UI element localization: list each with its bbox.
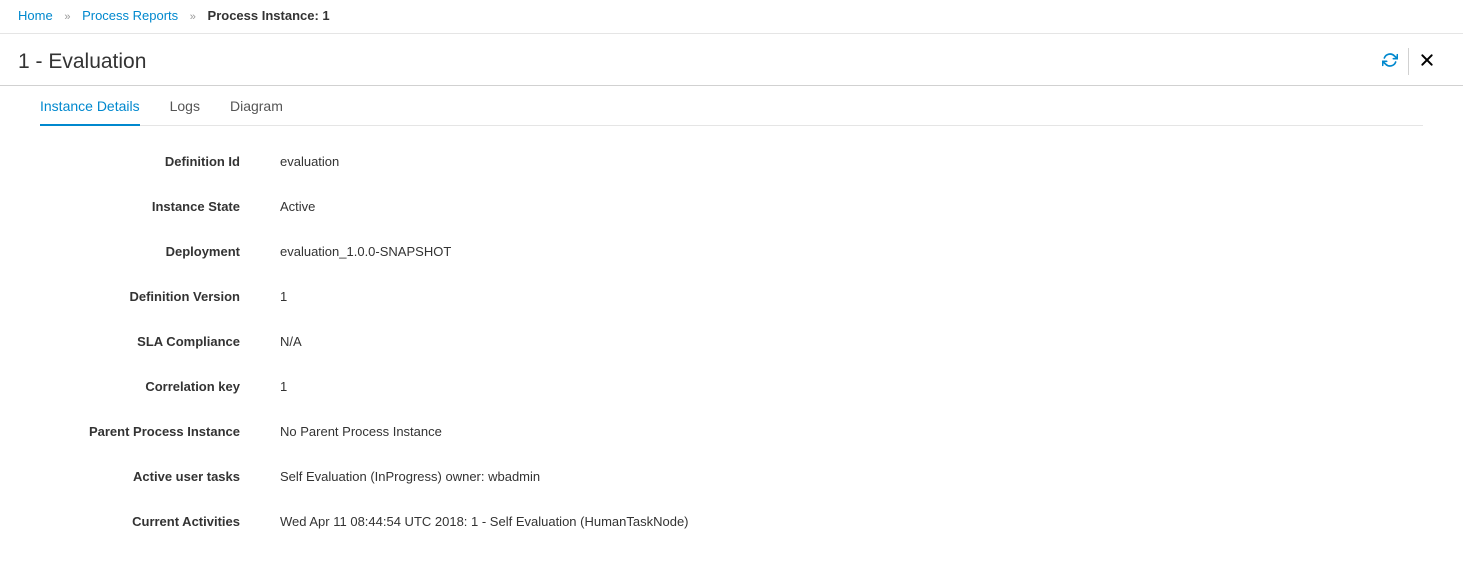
detail-value: Wed Apr 11 08:44:54 UTC 2018: 1 - Self E… [280,514,689,529]
detail-label: Definition Version [80,289,280,304]
detail-row-definition-id: Definition Id evaluation [80,154,1383,169]
detail-label: Active user tasks [80,469,280,484]
page-header: 1 - Evaluation [0,34,1463,86]
breadcrumb-reports-link[interactable]: Process Reports [82,8,178,23]
detail-value: evaluation_1.0.0-SNAPSHOT [280,244,451,259]
tab-instance-details[interactable]: Instance Details [40,86,140,126]
detail-label: Instance State [80,199,280,214]
tab-diagram[interactable]: Diagram [230,86,283,126]
tab-logs[interactable]: Logs [170,86,200,126]
detail-row-parent-process-instance: Parent Process Instance No Parent Proces… [80,424,1383,439]
detail-row-definition-version: Definition Version 1 [80,289,1383,304]
detail-value: No Parent Process Instance [280,424,442,439]
refresh-icon [1382,52,1398,71]
detail-row-correlation-key: Correlation key 1 [80,379,1383,394]
detail-label: SLA Compliance [80,334,280,349]
breadcrumb: Home » Process Reports » Process Instanc… [0,0,1463,34]
breadcrumb-separator-icon: » [64,11,70,23]
detail-value: Active [280,199,315,214]
detail-value: evaluation [280,154,339,169]
tabs: Instance Details Logs Diagram [40,86,1423,126]
detail-label: Deployment [80,244,280,259]
instance-details-panel: Definition Id evaluation Instance State … [40,126,1423,587]
detail-label: Definition Id [80,154,280,169]
breadcrumb-separator-icon: » [190,11,196,23]
header-actions [1372,48,1445,75]
breadcrumb-current: Process Instance: 1 [208,8,330,23]
detail-row-instance-state: Instance State Active [80,199,1383,214]
page-title: 1 - Evaluation [18,50,1372,74]
detail-value: Self Evaluation (InProgress) owner: wbad… [280,469,540,484]
detail-row-active-user-tasks: Active user tasks Self Evaluation (InPro… [80,469,1383,484]
detail-value: 1 [280,379,287,394]
detail-label: Current Activities [80,514,280,529]
detail-value: 1 [280,289,287,304]
breadcrumb-home-link[interactable]: Home [18,8,53,23]
close-button[interactable] [1409,48,1445,75]
detail-label: Correlation key [80,379,280,394]
close-icon [1419,52,1435,71]
detail-value: N/A [280,334,302,349]
detail-label: Parent Process Instance [80,424,280,439]
detail-row-deployment: Deployment evaluation_1.0.0-SNAPSHOT [80,244,1383,259]
detail-row-current-activities: Current Activities Wed Apr 11 08:44:54 U… [80,514,1383,529]
refresh-button[interactable] [1372,48,1409,75]
detail-row-sla-compliance: SLA Compliance N/A [80,334,1383,349]
